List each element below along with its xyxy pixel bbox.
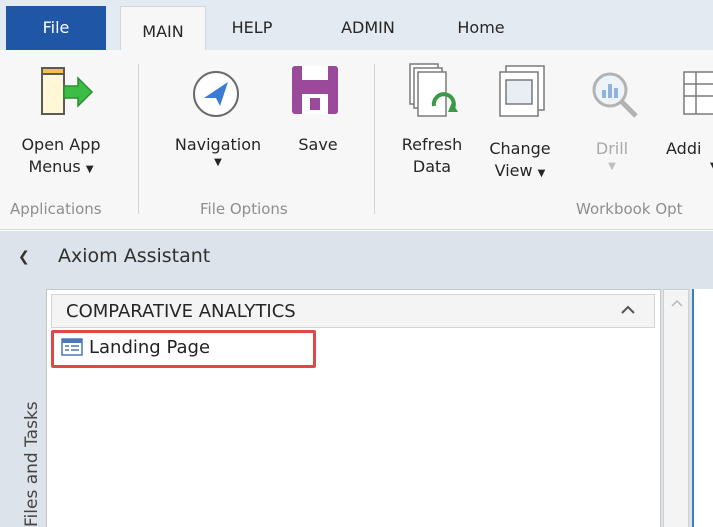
ribbon-separator xyxy=(138,64,139,214)
drill-label: Drill xyxy=(595,139,629,158)
refresh-label-line2: Data xyxy=(412,157,452,176)
tab-main[interactable]: MAIN xyxy=(120,6,206,51)
navigation-label: Navigation xyxy=(174,135,262,154)
save-disk-icon xyxy=(292,66,338,114)
add-button[interactable]: Addi ▼ xyxy=(654,50,713,190)
open-app-label-line1: Open App xyxy=(21,135,101,154)
group-label-file-options: File Options xyxy=(200,200,288,218)
collapse-assistant-icon[interactable]: ❮ xyxy=(18,249,30,265)
files-and-tasks-label: Files and Tasks xyxy=(22,401,42,527)
save-label: Save xyxy=(298,135,338,154)
group-label-workbook-options: Workbook Opt xyxy=(576,200,683,218)
open-app-menus-icon xyxy=(41,67,94,115)
open-app-dropdown-icon: ▼ xyxy=(85,164,94,175)
chevron-up-icon[interactable] xyxy=(620,303,636,315)
tab-home[interactable]: Home xyxy=(450,0,512,50)
change-view-label-line2: View xyxy=(494,161,533,180)
change-view-label-line1: Change xyxy=(489,139,551,158)
change-view-dropdown-icon: ▼ xyxy=(537,168,546,179)
ribbon-tab-bar: File MAIN HELP ADMIN Home xyxy=(0,0,713,51)
scroll-up-icon[interactable] xyxy=(670,298,684,308)
tab-admin[interactable]: ADMIN xyxy=(330,0,406,50)
ribbon-separator xyxy=(374,64,375,214)
add-sheet-icon xyxy=(683,71,713,115)
open-app-label-line2: Menus xyxy=(28,157,81,176)
assistant-title: Axiom Assistant xyxy=(58,245,211,267)
change-view-button[interactable]: Change View ▼ xyxy=(478,50,562,190)
save-button[interactable]: Save xyxy=(284,50,352,190)
highlight-box xyxy=(51,330,316,368)
refresh-data-button[interactable]: Refresh Data xyxy=(390,50,474,190)
open-app-menus-button[interactable]: Open App Menus ▼ xyxy=(2,50,120,190)
drill-dropdown-icon: ▼ xyxy=(608,161,616,172)
tab-help[interactable]: HELP xyxy=(222,0,282,50)
navigation-dropdown-icon: ▼ xyxy=(214,157,222,168)
navigation-compass-icon xyxy=(193,71,239,117)
drill-button[interactable]: Drill ▼ xyxy=(576,50,648,190)
refresh-label-line1: Refresh xyxy=(401,135,463,154)
navigation-button[interactable]: Navigation ▼ xyxy=(154,50,282,190)
add-dropdown-icon: ▼ xyxy=(666,160,713,174)
ribbon: Open App Menus ▼ Applications Navigation… xyxy=(0,50,713,230)
assistant-area: ❮ Axiom Assistant Files and Tasks COMPAR… xyxy=(0,231,713,527)
refresh-data-icon xyxy=(409,63,458,117)
panel-scrollbar[interactable] xyxy=(663,289,689,527)
section-title: COMPARATIVE ANALYTICS xyxy=(66,301,296,322)
files-and-tasks-tab[interactable]: Files and Tasks xyxy=(0,287,44,527)
tab-file[interactable]: File xyxy=(6,6,106,50)
change-view-icon xyxy=(499,65,545,117)
group-label-applications: Applications xyxy=(10,200,102,218)
section-header[interactable]: COMPARATIVE ANALYTICS xyxy=(51,294,655,328)
drill-magnifier-icon xyxy=(592,72,638,118)
add-label: Addi xyxy=(666,139,702,158)
assistant-panel: COMPARATIVE ANALYTICS Landing Page xyxy=(46,289,661,527)
workbook-pane xyxy=(692,289,713,527)
